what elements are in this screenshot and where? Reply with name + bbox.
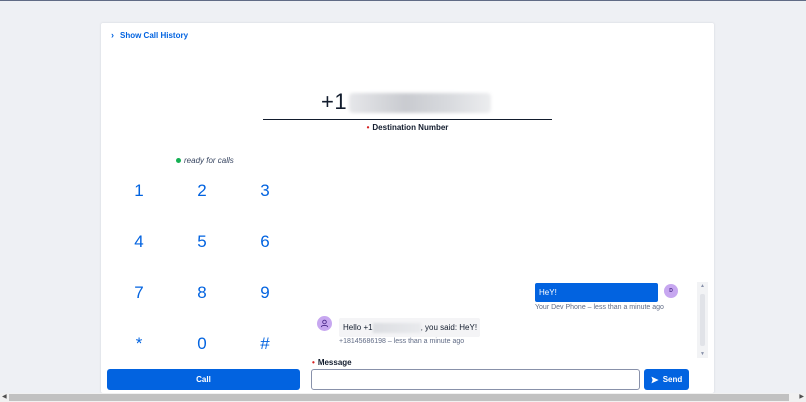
keypad-key-2[interactable]: 2 [182, 181, 222, 201]
scroll-left-icon[interactable]: ◀ [2, 393, 7, 402]
keypad-key-5[interactable]: 5 [182, 232, 222, 252]
destination-number-input[interactable]: +1 [321, 89, 347, 115]
keypad-key-0[interactable]: 0 [182, 334, 222, 354]
keypad-key-1[interactable]: 1 [119, 181, 159, 201]
message-label: • Message [312, 358, 352, 367]
send-label: Send [662, 375, 683, 384]
message-input[interactable] [311, 369, 640, 390]
keypad-key-hash[interactable]: # [245, 334, 285, 354]
required-marker: • [312, 358, 315, 367]
destination-underline [263, 119, 552, 120]
keypad-key-9[interactable]: 9 [245, 283, 285, 303]
outgoing-message-meta: Your Dev Phone – less than a minute ago [535, 304, 664, 311]
keypad-key-4[interactable]: 4 [119, 232, 159, 252]
keypad-key-6[interactable]: 6 [245, 232, 285, 252]
send-button[interactable]: Send [644, 369, 689, 390]
incoming-message-meta: +18145686198 – less than a minute ago [339, 338, 465, 345]
scroll-down-icon[interactable]: ▼ [697, 351, 708, 357]
incoming-message: Hello +1, you said: HeY! [339, 318, 480, 337]
user-avatar-icon [317, 316, 332, 331]
redacted-number [372, 323, 421, 333]
chevron-right-icon: › [111, 30, 114, 40]
keypad-key-star[interactable]: * [119, 334, 159, 354]
keypad-key-8[interactable]: 8 [182, 283, 222, 303]
status-text: ready for calls [184, 156, 234, 165]
window-top-border [0, 0, 806, 1]
keypad-key-3[interactable]: 3 [245, 181, 285, 201]
outgoing-message: HeY! [535, 283, 658, 302]
show-call-history-label: Show Call History [120, 30, 189, 40]
redacted-number [349, 93, 491, 113]
destination-number-value: +1 [321, 89, 348, 114]
message-scrollbar[interactable]: ▲ ▼ [697, 282, 708, 358]
scrollbar-thumb[interactable] [9, 394, 789, 401]
horizontal-scrollbar[interactable]: ◀ ▶ [0, 393, 806, 402]
status-dot-icon [176, 158, 181, 163]
send-icon [651, 376, 659, 383]
call-status: ready for calls [176, 156, 234, 165]
destination-number-label: • Destination Number [366, 123, 449, 132]
scrollbar-thumb[interactable] [700, 294, 705, 346]
dev-phone-panel: › Show Call History +1 • Destination Numb… [101, 23, 714, 393]
required-marker: • [366, 123, 370, 132]
scroll-up-icon[interactable]: ▲ [697, 283, 708, 289]
keypad-key-7[interactable]: 7 [119, 283, 159, 303]
avatar: D [664, 284, 678, 298]
scroll-right-icon[interactable]: ▶ [799, 393, 804, 402]
call-button[interactable]: Call [107, 369, 300, 390]
show-call-history-toggle[interactable]: › Show Call History [111, 30, 188, 40]
